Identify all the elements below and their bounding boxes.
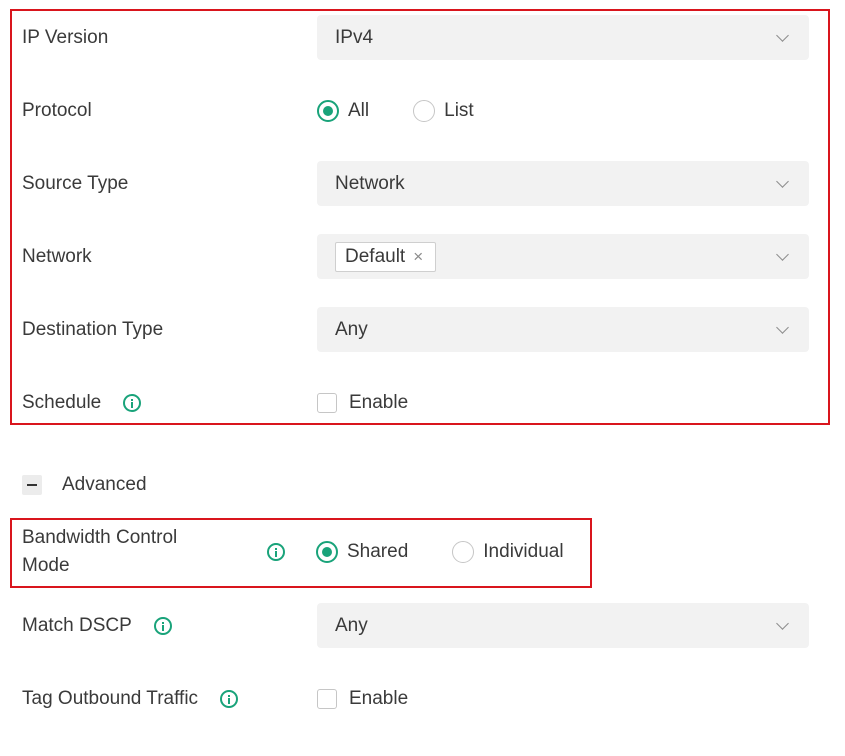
- bandwidth-control-mode-label-line2: Mode: [22, 555, 70, 576]
- protocol-radio-all[interactable]: All: [317, 99, 370, 122]
- network-row: Network Default ×: [22, 234, 809, 279]
- schedule-enable-label: Enable: [349, 391, 409, 413]
- protocol-option-all-label: All: [348, 99, 370, 121]
- network-select[interactable]: Default ×: [317, 234, 809, 279]
- protocol-row: Protocol All List: [22, 88, 809, 133]
- source-type-row: Source Type Network: [22, 161, 809, 206]
- radio-checked-icon: [317, 99, 339, 122]
- tag-outbound-traffic-label: Tag Outbound Traffic: [22, 687, 199, 709]
- info-icon[interactable]: [220, 689, 239, 708]
- match-dscp-select[interactable]: Any: [317, 603, 809, 648]
- ip-version-value: IPv4: [335, 26, 374, 48]
- bandwidth-control-mode-label-line1: Bandwidth Control: [22, 527, 178, 548]
- tag-outbound-traffic-row: Tag Outbound Traffic Enable: [22, 676, 809, 721]
- tag-outbound-traffic-enable-checkbox[interactable]: Enable: [317, 688, 408, 710]
- info-icon[interactable]: [153, 616, 172, 635]
- match-dscp-value: Any: [335, 614, 368, 636]
- bandwidth-option-individual-label: Individual: [483, 541, 564, 562]
- protocol-option-list-label: List: [444, 99, 474, 121]
- bandwidth-option-shared-label: Shared: [347, 541, 409, 562]
- match-dscp-label: Match DSCP: [22, 614, 132, 636]
- network-label: Network: [22, 245, 92, 267]
- destination-type-value: Any: [335, 318, 368, 340]
- source-type-value: Network: [335, 172, 405, 194]
- checkbox-unchecked-icon: [317, 688, 337, 709]
- bandwidth-radio-shared[interactable]: Shared: [316, 541, 408, 563]
- minus-icon: [22, 475, 42, 495]
- destination-type-select[interactable]: Any: [317, 307, 809, 352]
- chevron-down-icon: [776, 247, 789, 261]
- checkbox-unchecked-icon: [317, 392, 337, 413]
- chevron-down-icon: [776, 320, 789, 334]
- bandwidth-control-mode-row: Bandwidth Control Mode Shared Individual: [22, 524, 809, 580]
- radio-unchecked-icon: [413, 99, 436, 122]
- protocol-radio-list[interactable]: List: [413, 99, 474, 122]
- ip-version-label: IP Version: [22, 26, 109, 48]
- destination-type-row: Destination Type Any: [22, 307, 809, 352]
- info-icon[interactable]: [123, 393, 142, 412]
- destination-type-label: Destination Type: [22, 318, 164, 340]
- schedule-label: Schedule: [22, 391, 102, 413]
- ip-version-select[interactable]: IPv4: [317, 15, 809, 60]
- radio-unchecked-icon: [452, 541, 475, 563]
- info-icon[interactable]: [267, 543, 285, 561]
- network-tag-label: Default: [345, 245, 406, 267]
- schedule-enable-checkbox[interactable]: Enable: [317, 392, 408, 414]
- tag-outbound-traffic-enable-label: Enable: [349, 687, 409, 709]
- advanced-section-toggle[interactable]: Advanced: [22, 465, 809, 505]
- protocol-label: Protocol: [22, 99, 92, 121]
- close-icon[interactable]: ×: [413, 248, 423, 265]
- chevron-down-icon: [776, 174, 789, 188]
- radio-checked-icon: [316, 541, 338, 563]
- chevron-down-icon: [776, 28, 789, 42]
- network-tag-default: Default ×: [335, 241, 437, 272]
- source-type-label: Source Type: [22, 172, 129, 194]
- ip-version-row: IP Version IPv4: [22, 15, 809, 60]
- source-type-select[interactable]: Network: [317, 161, 809, 206]
- bandwidth-radio-individual[interactable]: Individual: [452, 541, 564, 563]
- match-dscp-row: Match DSCP Any: [22, 603, 809, 648]
- highlight-box-general: [10, 9, 830, 425]
- chevron-down-icon: [776, 616, 789, 630]
- schedule-row: Schedule Enable: [22, 380, 809, 425]
- advanced-label: Advanced: [62, 474, 147, 495]
